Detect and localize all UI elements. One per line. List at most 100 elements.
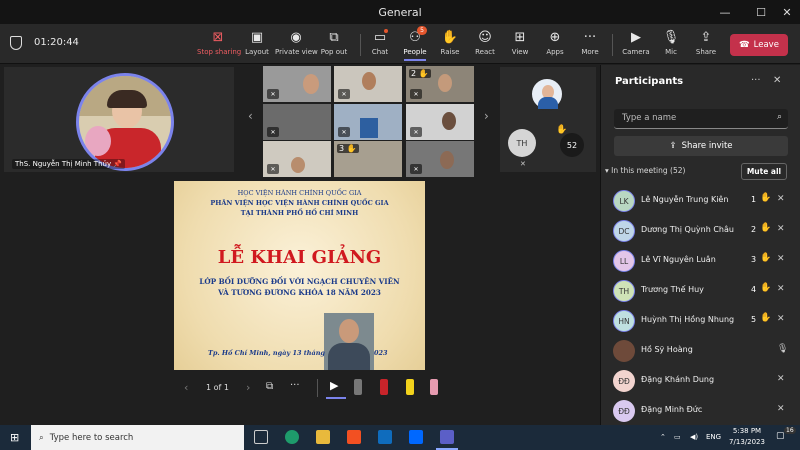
- hand-order-number: 5: [751, 315, 757, 324]
- participant-avatar: [613, 340, 635, 362]
- stop-sharing-button[interactable]: ⊠ Stop sharing: [197, 29, 241, 56]
- participant-row[interactable]: HN Huỳnh Thị Hồng Nhung 5 ✋ ✕: [601, 306, 800, 336]
- network-icon: ▭: [674, 433, 681, 441]
- layout-icon: ▣: [250, 30, 264, 45]
- mic-on-icon[interactable]: 🎙: [777, 344, 788, 354]
- mic-off-icon[interactable]: ✕: [777, 314, 785, 324]
- mic-off-icon: ✕: [520, 160, 526, 168]
- teams-icon[interactable]: [440, 430, 454, 444]
- notification-icon[interactable]: ▢: [776, 431, 785, 441]
- avatar-shirt: [538, 97, 558, 109]
- volume-icon[interactable]: ◀): [690, 433, 698, 441]
- mic-off-icon[interactable]: ✕: [777, 284, 785, 294]
- more-options-icon[interactable]: ···: [290, 380, 300, 391]
- participant-avatar: ĐĐ: [613, 370, 635, 392]
- participant-face: [362, 72, 376, 90]
- eraser-icon[interactable]: [430, 379, 438, 395]
- red-pen-icon[interactable]: [380, 379, 388, 395]
- participant-video-tile[interactable]: ✕: [334, 66, 402, 102]
- participant-video-tile[interactable]: ✕: [263, 141, 331, 177]
- participant-row[interactable]: DC Dương Thị Quỳnh Châu 2 ✋ ✕: [601, 216, 800, 246]
- taskbar-search-input[interactable]: ⌕ Type here to search: [31, 425, 244, 450]
- participant-video-tile[interactable]: 3 ✋: [334, 141, 402, 177]
- highlighter-icon[interactable]: [406, 379, 414, 395]
- participant-shirt: [360, 118, 378, 138]
- participant-video-tile[interactable]: ✕: [263, 104, 331, 140]
- overflow-count[interactable]: 52: [560, 133, 584, 157]
- share-invite-button[interactable]: ⇪ Share invite: [614, 136, 788, 156]
- participant-row[interactable]: TH Trương Thế Huy 4 ✋ ✕: [601, 276, 800, 306]
- controls-divider: [317, 379, 318, 397]
- file-explorer-icon[interactable]: [316, 430, 330, 444]
- windows-start-icon[interactable]: ⊞: [10, 431, 19, 444]
- participant-name: Lê Nguyễn Trung Kiên: [641, 195, 729, 204]
- phone-icon: ☎: [739, 40, 750, 50]
- participant-video-tile[interactable]: ✕: [406, 104, 474, 140]
- mute-all-button[interactable]: Mute all: [741, 163, 787, 180]
- participant-name: Lê Vĩ Nguyên Luân: [641, 255, 716, 264]
- next-slide-button[interactable]: ›: [246, 381, 250, 394]
- gallery-next-button[interactable]: ›: [484, 109, 489, 123]
- ellipsis-icon: ···: [583, 30, 597, 45]
- prev-slide-button[interactable]: ‹: [184, 381, 188, 394]
- mic-off-icon[interactable]: ✕: [777, 254, 785, 264]
- clock-time[interactable]: 5:38 PM: [728, 427, 766, 435]
- participant-photo-avatar: [530, 77, 564, 111]
- participant-row[interactable]: ĐĐ Đặng Minh Đức ✕: [601, 396, 800, 426]
- store-icon[interactable]: [347, 430, 361, 444]
- grid-view-icon[interactable]: ⧉: [266, 381, 273, 392]
- tray-chevron-icon[interactable]: ⌃: [660, 433, 666, 441]
- minimize-button[interactable]: —: [710, 0, 740, 24]
- pop-out-label: Pop out: [320, 48, 348, 56]
- raised-hand-icon: ✋: [760, 193, 772, 203]
- presenter-avatar: [76, 73, 174, 171]
- slide-date-year: 023: [374, 349, 388, 357]
- pen-tool-icon[interactable]: [354, 379, 362, 395]
- private-view-button[interactable]: ◉ Private view: [275, 29, 318, 56]
- participant-row[interactable]: ĐĐ Đặng Khánh Dung ✕: [601, 366, 800, 396]
- layout-button[interactable]: ▣ Layout: [236, 29, 278, 56]
- meeting-stage: ThS. Nguyễn Thị Minh Thủy 📌 ‹ › ✕ ✕ 2 ✋ …: [0, 65, 598, 425]
- language-indicator[interactable]: ENG: [706, 433, 721, 441]
- mic-off-icon[interactable]: ✕: [777, 194, 785, 204]
- participant-video-tile[interactable]: 2 ✋ ✕: [406, 66, 474, 102]
- participant-row[interactable]: LK Lê Nguyễn Trung Kiên 1 ✋ ✕: [601, 186, 800, 216]
- mic-off-icon[interactable]: ✕: [777, 224, 785, 234]
- zalo-icon[interactable]: [409, 430, 423, 444]
- slide-subtitle: VÀ TƯƠNG ĐƯƠNG KHÓA 18 NĂM 2023: [218, 288, 381, 297]
- participant-video-tile[interactable]: ✕: [406, 141, 474, 177]
- people-active-indicator: [404, 59, 426, 61]
- mic-off-icon[interactable]: ✕: [777, 374, 785, 384]
- people-badge: 5: [417, 26, 427, 35]
- gallery-prev-button[interactable]: ‹: [248, 109, 253, 123]
- side-participants-tile[interactable]: TH ✕ ✋ 52: [500, 67, 596, 172]
- participant-video-tile[interactable]: ✕: [334, 104, 402, 140]
- presenter-video-tile[interactable]: ThS. Nguyễn Thị Minh Thủy 📌: [4, 67, 234, 172]
- mic-off-icon[interactable]: ✕: [777, 404, 785, 414]
- search-placeholder: Type a name: [622, 113, 677, 123]
- participant-video-tile[interactable]: ✕: [263, 66, 331, 102]
- participant-row[interactable]: Hồ Sỹ Hoàng 🎙: [601, 336, 800, 366]
- private-view-label: Private view: [275, 48, 318, 56]
- more-button[interactable]: ··· More: [569, 29, 611, 56]
- clock-date[interactable]: 7/13/2023: [726, 438, 768, 446]
- panel-close-icon[interactable]: ✕: [773, 75, 781, 86]
- leave-button[interactable]: ☎ Leave: [730, 34, 788, 56]
- participant-face: [438, 74, 452, 92]
- edge-browser-icon[interactable]: [285, 430, 299, 444]
- search-input[interactable]: Type a name ⌕: [614, 109, 788, 129]
- pop-out-button[interactable]: ⧉ Pop out: [313, 29, 355, 56]
- pointer-tool-icon[interactable]: ▶: [330, 379, 338, 392]
- task-view-icon[interactable]: [254, 430, 268, 444]
- close-window-button[interactable]: ✕: [772, 0, 800, 24]
- slide-controls: ‹ 1 of 1 › ⧉ ··· ▶: [174, 375, 454, 401]
- participant-name: Đặng Minh Đức: [641, 405, 703, 414]
- in-meeting-header[interactable]: ▾ In this meeting (52): [605, 166, 685, 175]
- share-button[interactable]: ⇪ Share: [685, 29, 727, 56]
- search-icon: ⌕: [776, 112, 782, 122]
- mail-icon[interactable]: [378, 430, 392, 444]
- participant-row[interactable]: LL Lê Vĩ Nguyên Luân 3 ✋ ✕: [601, 246, 800, 276]
- mic-off-icon: ✕: [267, 89, 279, 99]
- panel-more-icon[interactable]: ···: [751, 75, 761, 86]
- participant-name: Hồ Sỹ Hoàng: [641, 345, 693, 354]
